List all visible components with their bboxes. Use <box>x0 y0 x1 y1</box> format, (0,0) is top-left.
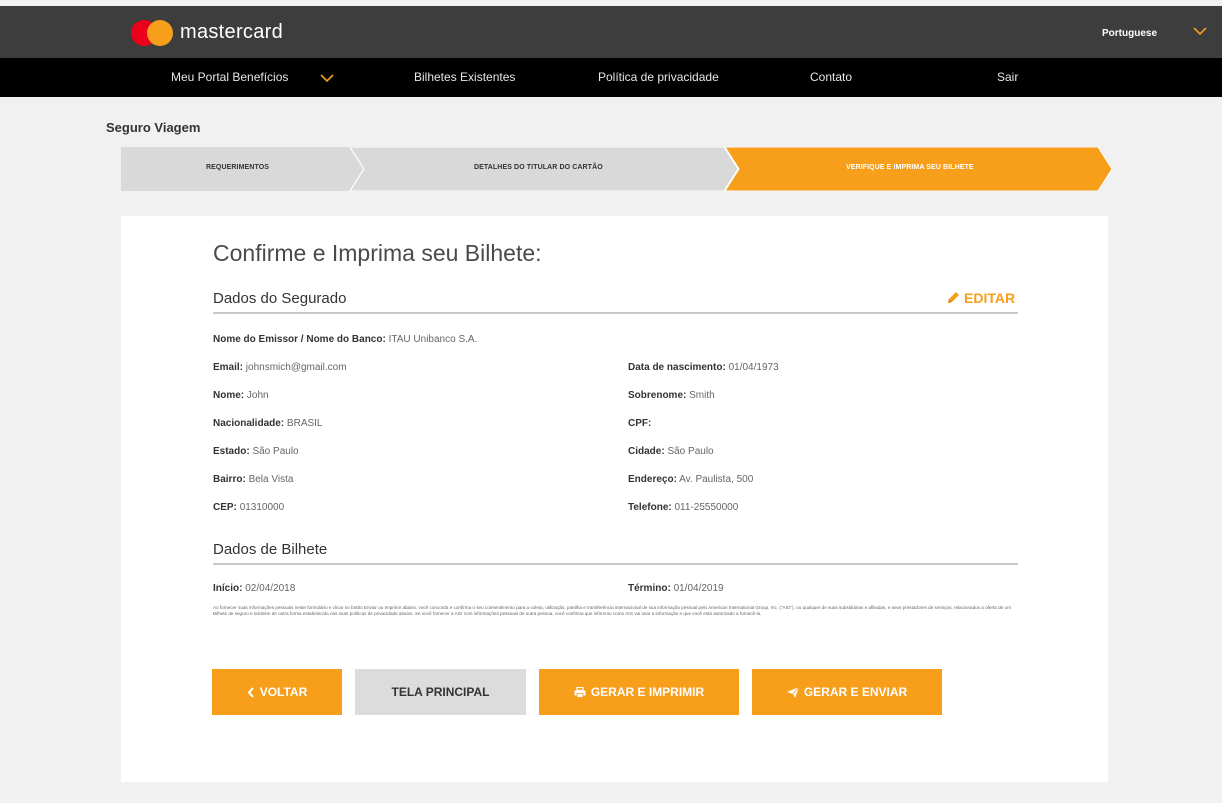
printer-icon <box>574 686 586 698</box>
email-field: Email: johnsmich@gmail.com <box>213 362 347 373</box>
nav-item-contact[interactable]: Contato <box>810 70 852 84</box>
mastercard-logo[interactable] <box>131 20 173 46</box>
section-divider <box>213 563 1018 565</box>
home-screen-label: TELA PRINCIPAL <box>391 685 490 699</box>
consent-disclaimer: Ao fornecer suas informações pessoais ne… <box>213 605 1011 616</box>
nav-item-logout[interactable]: Sair <box>997 70 1018 84</box>
chevron-down-icon[interactable] <box>1193 26 1207 36</box>
step-verify-print[interactable]: VERIFIQUE E IMPRIMA SEU BILHETE <box>846 164 974 171</box>
chevron-left-icon <box>247 686 254 698</box>
progress-stepper: REQUERIMENTOS DETALHES DO TITULAR DO CAR… <box>121 147 1113 191</box>
back-label: VOLTAR <box>259 685 308 699</box>
district-field: Bairro: Bela Vista <box>213 474 294 485</box>
cpf-field: CPF: <box>628 418 652 429</box>
back-button[interactable]: VOLTAR <box>212 669 342 715</box>
phone-field: Telefone: 011-25550000 <box>628 502 739 513</box>
ticket-section-title: Dados de Bilhete <box>213 541 328 558</box>
issuer-field: Nome do Emissor / Nome do Banco: ITAU Un… <box>213 334 478 345</box>
generate-print-button[interactable]: GERAR E IMPRIMIR <box>539 669 739 715</box>
surname-field: Sobrenome: Smith <box>628 390 715 401</box>
first-name-field: Nome: John <box>213 390 269 401</box>
nav-item-benefits-portal[interactable]: Meu Portal Benefícios <box>171 70 288 84</box>
step-requirements[interactable]: REQUERIMENTOS <box>206 164 269 171</box>
step-cardholder-details[interactable]: DETALHES DO TITULAR DO CARTÃO <box>474 164 603 171</box>
section-divider <box>213 312 1018 314</box>
end-date-field: Término: 01/04/2019 <box>628 583 724 594</box>
generate-print-label: GERAR E IMPRIMIR <box>590 685 705 699</box>
city-field: Cidade: São Paulo <box>628 446 714 457</box>
generate-send-button[interactable]: GERAR E ENVIAR <box>752 669 942 715</box>
start-date-field: Início: 02/04/2018 <box>213 583 296 594</box>
nationality-field: Nacionalidade: BRASIL <box>213 418 323 429</box>
edit-label: EDITAR <box>964 290 1016 306</box>
main-nav: Meu Portal Benefícios Bilhetes Existente… <box>0 58 1222 97</box>
generate-send-label: GERAR E ENVIAR <box>803 685 908 699</box>
address-field: Endereço: Av. Paulista, 500 <box>628 474 754 485</box>
language-selector[interactable]: Portuguese <box>1102 28 1157 39</box>
page-title: Seguro Viagem <box>106 120 201 135</box>
confirm-title: Confirme e Imprima seu Bilhete: <box>213 240 542 266</box>
edit-button[interactable]: EDITAR <box>946 290 1015 306</box>
nav-item-privacy-policy[interactable]: Política de privacidade <box>598 70 719 84</box>
chevron-down-icon[interactable] <box>320 73 334 83</box>
send-icon <box>786 686 799 698</box>
pencil-icon <box>948 292 959 303</box>
brand-name: mastercard <box>180 21 284 43</box>
top-header: mastercard Portuguese <box>0 6 1222 58</box>
insured-section-title: Dados do Segurado <box>213 290 347 307</box>
cep-field: CEP: 01310000 <box>213 502 285 513</box>
birth-date-field: Data de nascimento: 01/04/1973 <box>628 362 779 373</box>
state-field: Estado: São Paulo <box>213 446 299 457</box>
home-screen-button[interactable]: TELA PRINCIPAL <box>355 669 526 715</box>
nav-item-existing-tickets[interactable]: Bilhetes Existentes <box>414 70 515 84</box>
